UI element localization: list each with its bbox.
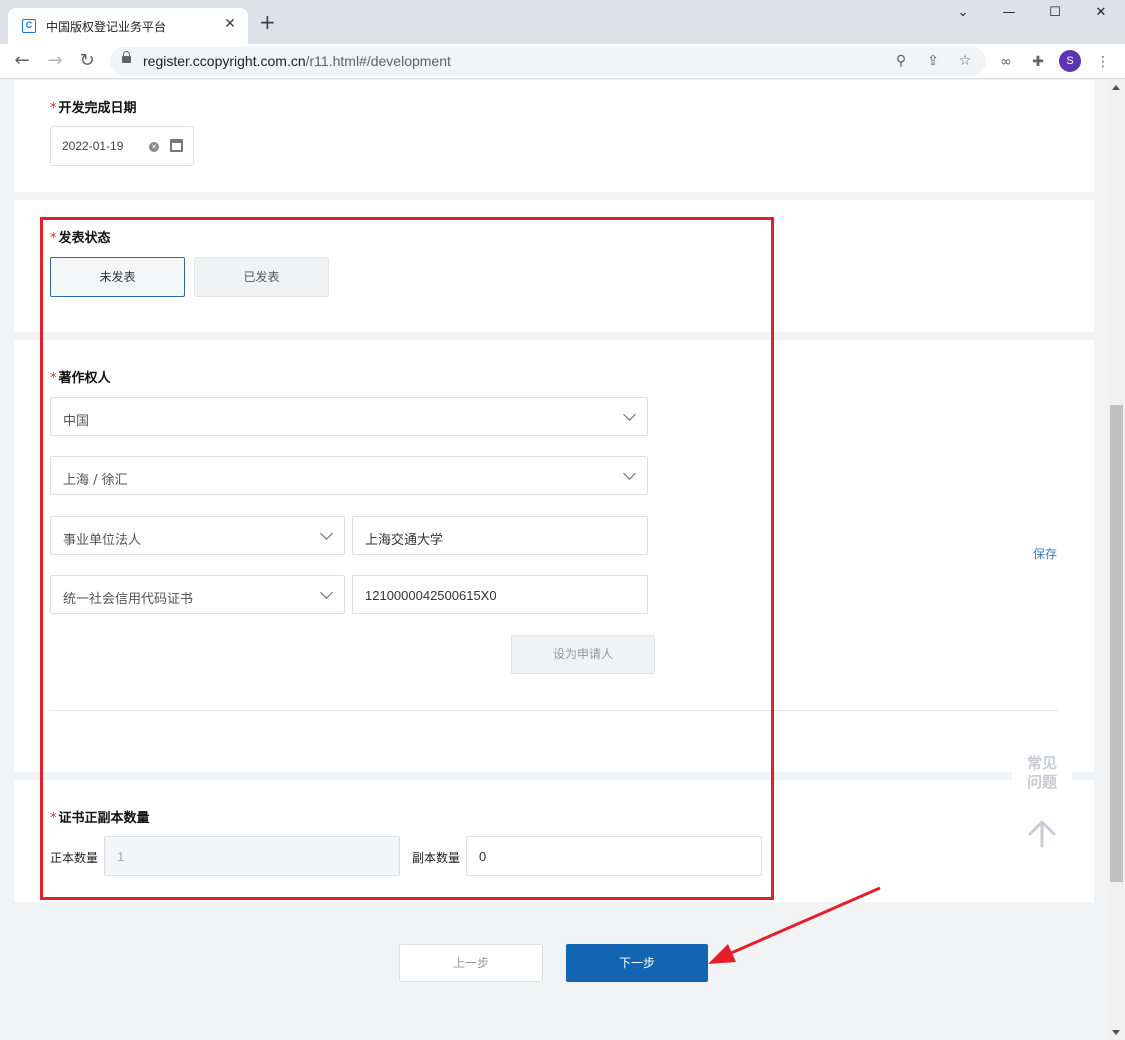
completion-date-value: 2022-01-19 xyxy=(62,139,124,153)
owner-type-value: 事业单位法人 xyxy=(63,533,142,548)
chevron-down-icon xyxy=(623,408,636,421)
id-type-value: 统一社会信用代码证书 xyxy=(63,592,194,607)
id-type-select[interactable]: 统一社会信用代码证书 xyxy=(50,575,345,614)
puzzle-icon[interactable]: ✚ xyxy=(1028,53,1048,71)
faq-line-2: 问题 xyxy=(1026,773,1057,791)
tab-title: 中国版权登记业务平台 xyxy=(46,20,167,34)
unpublished-option-button[interactable]: 未发表 xyxy=(50,257,185,297)
url-text: register.ccopyright.com.cn/r11.html#/dev… xyxy=(143,53,451,69)
set-as-applicant-button[interactable]: 设为申请人 xyxy=(511,635,655,674)
chevron-down-icon xyxy=(320,586,333,599)
publish-status-card: * 发表状态 未发表 已发表 xyxy=(14,200,1094,332)
reload-icon[interactable]: ↻ xyxy=(75,49,99,73)
faq-line-1: 常见 xyxy=(1026,754,1057,772)
lock-icon xyxy=(122,51,131,63)
certificate-copies-label-text: 证书正副本数量 xyxy=(58,811,150,826)
completion-date-card: * 开发完成日期 2022-01-19 ✕ xyxy=(14,80,1094,192)
share-icon[interactable]: ⇪ xyxy=(923,51,943,71)
address-bar[interactable]: register.ccopyright.com.cn/r11.html#/dev… xyxy=(110,47,986,76)
owner-name-value: 上海交通大学 xyxy=(365,532,444,547)
copyright-owner-label-text: 著作权人 xyxy=(58,371,111,386)
browser-tabbar: C 中国版权登记业务平台 ✕ + ⌄ — ☐ ✕ xyxy=(0,0,1125,44)
publish-status-label: * 发表状态 xyxy=(50,227,111,246)
browser-tab[interactable]: C 中国版权登记业务平台 ✕ xyxy=(8,8,248,44)
scrollbar-thumb[interactable] xyxy=(1110,405,1123,882)
certificate-copies-label: * 证书正副本数量 xyxy=(50,807,150,826)
id-number-value: 1210000042500615X0 xyxy=(365,588,497,603)
region-select[interactable]: 上海 / 徐汇 xyxy=(50,456,648,495)
browser-toolbar: ← → ↻ register.ccopyright.com.cn/r11.htm… xyxy=(0,44,1125,79)
required-mark: * xyxy=(50,231,57,246)
completion-date-label-text: 开发完成日期 xyxy=(58,101,137,116)
calendar-icon[interactable] xyxy=(170,139,183,152)
original-count-input[interactable]: 1 xyxy=(104,836,400,876)
completion-date-picker[interactable]: 2022-01-19 ✕ xyxy=(50,126,194,166)
zoom-icon[interactable]: ⚲ xyxy=(891,51,911,71)
clear-icon[interactable]: ✕ xyxy=(149,142,159,152)
back-to-top-icon[interactable] xyxy=(1026,818,1058,848)
new-tab-icon[interactable]: + xyxy=(259,12,276,32)
duplicate-count-input[interactable]: 0 xyxy=(466,836,762,876)
copyright-owner-label: * 著作权人 xyxy=(50,367,111,386)
original-count-value: 1 xyxy=(117,849,125,864)
tab-close-icon[interactable]: ✕ xyxy=(222,16,238,32)
save-link[interactable]: 保存 xyxy=(1033,545,1057,562)
scroll-up-icon[interactable] xyxy=(1112,85,1120,90)
published-option-button[interactable]: 已发表 xyxy=(194,257,329,297)
country-value: 中国 xyxy=(63,414,90,429)
required-mark: * xyxy=(50,811,57,826)
extension-icon[interactable]: ∞ xyxy=(996,53,1016,71)
id-number-input[interactable]: 1210000042500615X0 xyxy=(352,575,648,614)
required-mark: * xyxy=(50,101,57,116)
owner-name-input[interactable]: 上海交通大学 xyxy=(352,516,648,555)
required-mark: * xyxy=(50,371,57,386)
url-path: /r11.html#/development xyxy=(305,53,451,69)
duplicate-count-value: 0 xyxy=(479,849,487,864)
chevron-down-icon xyxy=(320,527,333,540)
certificate-copies-card: * 证书正副本数量 正本数量 1 副本数量 0 xyxy=(14,780,1094,902)
site-favicon-icon: C xyxy=(22,19,36,33)
scroll-down-icon[interactable] xyxy=(1112,1030,1120,1035)
avatar[interactable]: S xyxy=(1059,50,1081,72)
close-window-icon[interactable]: ✕ xyxy=(1086,5,1116,27)
owner-divider xyxy=(50,710,1058,711)
completion-date-label: * 开发完成日期 xyxy=(50,97,137,116)
back-icon[interactable]: ← xyxy=(10,49,34,73)
tab-search-chevron-icon[interactable]: ⌄ xyxy=(948,5,978,27)
menu-icon[interactable]: ⋮ xyxy=(1093,53,1113,71)
region-value: 上海 / 徐汇 xyxy=(63,473,128,488)
page-viewport: * 开发完成日期 2022-01-19 ✕ * 发表状态 未发表 已发表 * 著作权人… xyxy=(0,80,1108,1040)
owner-type-select[interactable]: 事业单位法人 xyxy=(50,516,345,555)
duplicate-count-label: 副本数量 xyxy=(412,851,461,865)
country-select[interactable]: 中国 xyxy=(50,397,648,436)
chevron-down-icon xyxy=(623,467,636,480)
original-count-label: 正本数量 xyxy=(50,851,99,865)
url-host: register.ccopyright.com.cn xyxy=(143,53,306,69)
maximize-icon[interactable]: ☐ xyxy=(1040,5,1070,27)
star-icon[interactable]: ☆ xyxy=(955,51,975,71)
previous-step-button[interactable]: 上一步 xyxy=(399,944,543,982)
minimize-icon[interactable]: — xyxy=(994,5,1024,27)
copyright-owner-card: * 著作权人 中国 上海 / 徐汇 事业单位法人 上海交通大学 统一社会信用代码证… xyxy=(14,340,1094,772)
forward-icon[interactable]: → xyxy=(43,49,67,73)
publish-status-label-text: 发表状态 xyxy=(58,231,111,246)
next-step-button[interactable]: 下一步 xyxy=(566,944,708,982)
page-scrollbar[interactable] xyxy=(1108,80,1125,1040)
faq-widget[interactable]: 常见 问题 xyxy=(1012,754,1072,792)
